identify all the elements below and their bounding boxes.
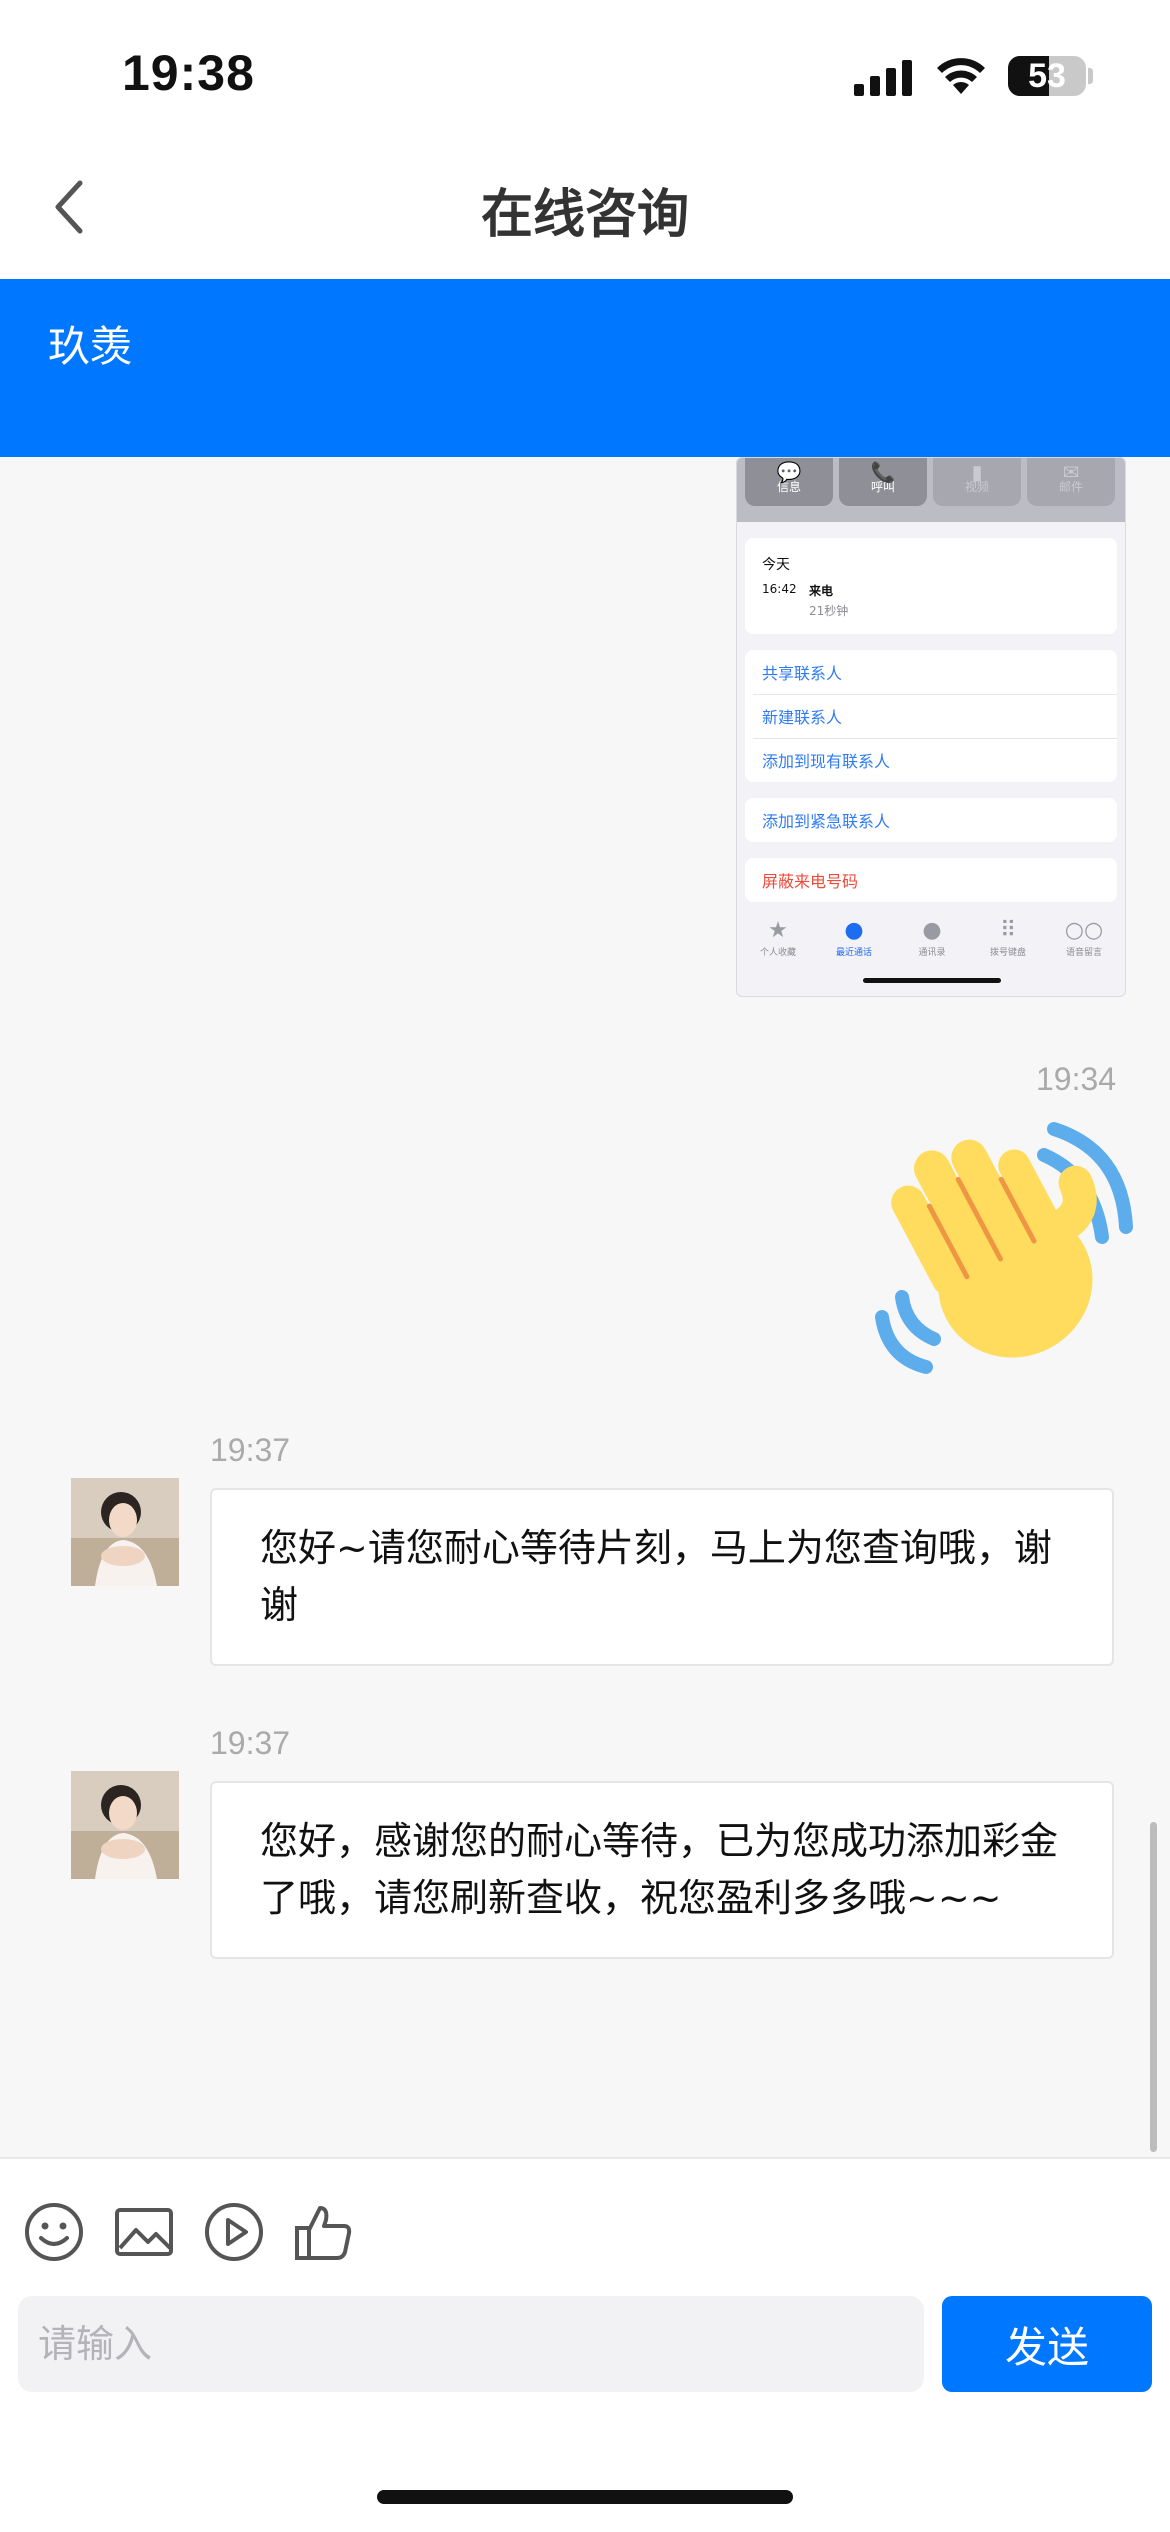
battery-level: 53 xyxy=(1028,57,1066,95)
status-bar: 19:38 53 xyxy=(0,0,1170,140)
agent-message-bubble[interactable]: 您好~请您耐心等待片刻，马上为您查询哦，谢谢 xyxy=(210,1488,1114,1666)
battery-icon: 53 xyxy=(1008,56,1086,96)
voicemail-icon: ○○ xyxy=(1064,918,1104,943)
cellular-signal-icon xyxy=(854,60,912,96)
emergency-card: 添加到紧急联系人 xyxy=(745,798,1117,842)
recent-call-card: 今天 16:42 来电 21秒钟 xyxy=(745,538,1117,634)
mail-icon: ✉ xyxy=(1062,460,1080,484)
mini-tab-voicemail: ○○ 语音留言 xyxy=(1049,918,1119,958)
send-button[interactable]: 发送 xyxy=(942,2296,1152,2392)
agent-name: 玖羡 xyxy=(48,322,133,371)
wifi-icon xyxy=(937,58,985,94)
message-action: 💬 信息 xyxy=(745,458,833,506)
message-timestamp: 19:34 xyxy=(1036,1061,1117,1097)
agent-banner xyxy=(0,279,1170,457)
avatar-image xyxy=(71,1478,179,1586)
agent-avatar[interactable] xyxy=(71,1478,179,1586)
video-action: ▮ 视频 xyxy=(933,458,1021,506)
clock-icon: ● xyxy=(844,918,864,943)
keypad-icon: ⠿ xyxy=(999,918,1017,943)
image-message[interactable]: 💬 信息 📞 呼叫 ▮ 视频 ✉ 邮件 今天 16:42 来电 21秒钟 共享联… xyxy=(736,457,1126,997)
chat-messages[interactable]: 💬 信息 📞 呼叫 ▮ 视频 ✉ 邮件 今天 16:42 来电 21秒钟 共享联… xyxy=(0,457,1170,2157)
mail-action: ✉ 邮件 xyxy=(1027,458,1115,506)
video-icon: ▮ xyxy=(971,460,983,484)
mini-tab-recents: ● 最近通话 xyxy=(819,918,889,958)
mini-tab-contacts: ● 通讯录 xyxy=(897,918,967,958)
image-icon[interactable] xyxy=(112,2200,176,2264)
video-play-icon[interactable] xyxy=(202,2200,266,2264)
star-icon: ★ xyxy=(768,918,788,943)
mini-tab-favorites: ★ 个人收藏 xyxy=(743,918,813,958)
agent-message-bubble[interactable]: 您好，感谢您的耐心等待，已为您成功添加彩金了哦，请您刷新查收，祝您盈利多多哦~~… xyxy=(210,1781,1114,1959)
home-indicator[interactable] xyxy=(377,2490,793,2504)
block-card: 屏蔽来电号码 xyxy=(745,858,1117,902)
call-action: 📞 呼叫 xyxy=(839,458,927,506)
agent-avatar[interactable] xyxy=(71,1771,179,1879)
mini-tab-keypad: ⠿ 拨号键盘 xyxy=(973,918,1043,958)
emoji-icon[interactable] xyxy=(22,2200,86,2264)
person-icon: ● xyxy=(922,918,942,943)
chat-scrollbar[interactable] xyxy=(1150,1822,1157,2152)
contact-options-card: 共享联系人 新建联系人 添加到现有联系人 xyxy=(745,650,1117,782)
message-input[interactable] xyxy=(18,2296,924,2392)
status-time: 19:38 xyxy=(122,45,255,101)
avatar-image xyxy=(71,1771,179,1879)
waving-hand-emoji[interactable] xyxy=(864,1107,1134,1377)
page-title: 在线咨询 xyxy=(480,185,689,245)
phone-icon: 📞 xyxy=(870,460,896,484)
message-timestamp: 19:37 xyxy=(210,1432,291,1468)
message-timestamp: 19:37 xyxy=(210,1725,291,1761)
message-bubble-icon: 💬 xyxy=(776,460,802,484)
thumbs-up-icon[interactable] xyxy=(292,2200,356,2264)
